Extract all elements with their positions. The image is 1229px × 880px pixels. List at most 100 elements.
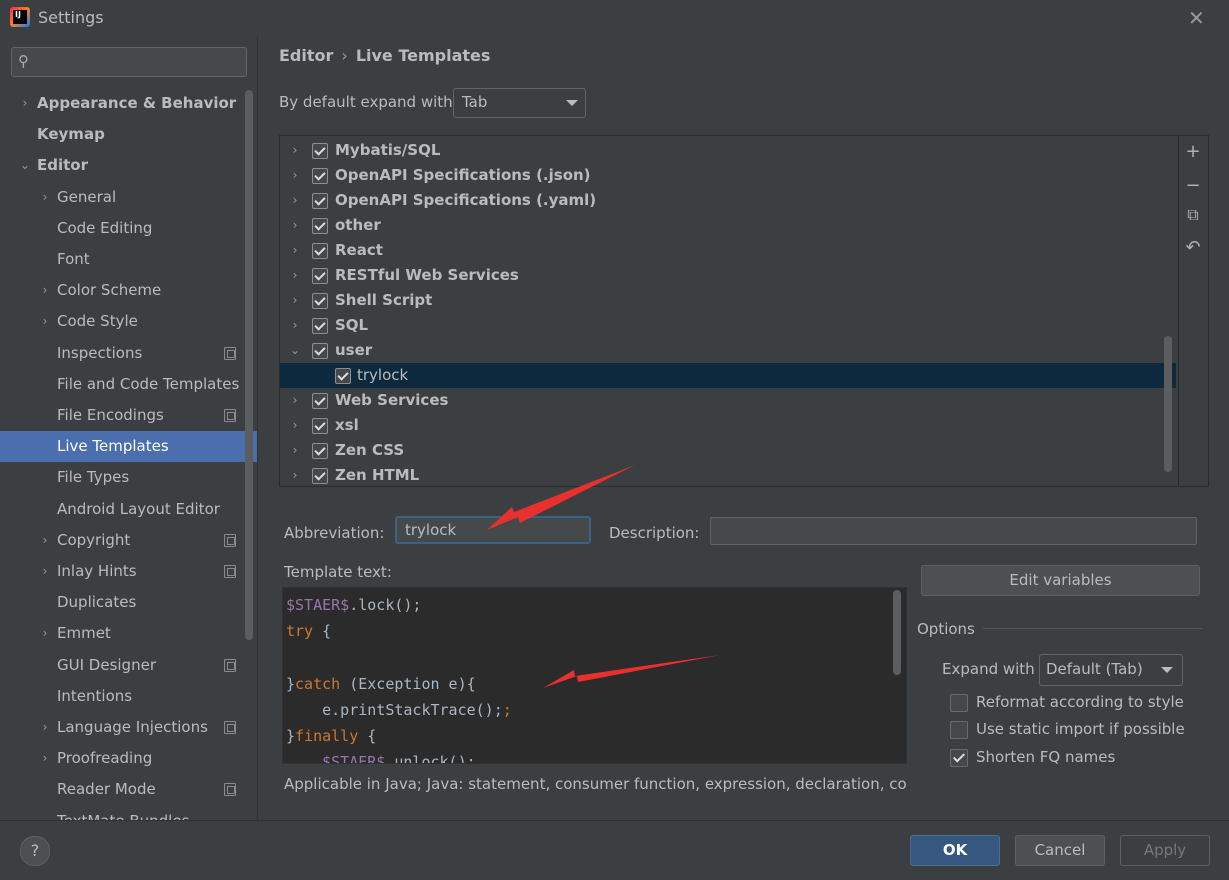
remove-icon[interactable]: − [1178,175,1208,196]
enabled-checkbox[interactable] [312,418,328,434]
chevron-right-icon[interactable]: › [288,413,302,438]
sidebar-item-inlay-hints[interactable]: › Inlay Hints [0,556,257,587]
enabled-checkbox[interactable] [312,243,328,259]
sidebar-item-code-editing[interactable]: Code Editing [0,213,257,244]
enabled-checkbox[interactable] [335,368,351,384]
template-group-row[interactable]: › Zen HTML [280,463,1176,486]
code-scrollbar[interactable] [893,590,901,675]
sidebar-item-color-scheme[interactable]: › Color Scheme [0,275,257,306]
ok-button[interactable]: OK [910,835,1000,866]
chevron-right-icon[interactable]: › [18,88,32,119]
edit-variables-button[interactable]: Edit variables [921,565,1200,596]
sidebar-scrollbar[interactable] [245,90,253,640]
sidebar-item-file-encodings[interactable]: File Encodings [0,400,257,431]
template-item[interactable]: trylock [280,363,1176,388]
template-group-row[interactable]: › Shell Script [280,288,1176,313]
chevron-right-icon[interactable]: › [288,388,302,413]
enabled-checkbox[interactable] [312,143,328,159]
chevron-right-icon[interactable]: › [38,712,52,743]
search-input[interactable]: ⚲ [11,47,247,77]
applicable-contexts[interactable]: Applicable in Java; Java: statement, con… [284,775,907,793]
enabled-checkbox[interactable] [312,443,328,459]
chevron-down-icon[interactable]: ⌄ [288,338,302,363]
enabled-checkbox[interactable] [312,168,328,184]
chevron-right-icon[interactable]: › [288,163,302,188]
chevron-right-icon[interactable]: › [38,525,52,556]
sidebar-item-code-style[interactable]: › Code Style [0,306,257,337]
template-group-row[interactable]: › Mybatis/SQL [280,138,1176,163]
enabled-checkbox[interactable] [312,343,328,359]
breadcrumb-parent[interactable]: Editor [279,46,333,65]
templates-scrollbar[interactable] [1164,336,1172,472]
chevron-right-icon[interactable]: › [38,306,52,337]
chevron-right-icon[interactable]: › [38,618,52,649]
sidebar-item-appearance-behavior[interactable]: › Appearance & Behavior [0,88,257,119]
default-expand-select[interactable]: Tab [453,88,586,118]
description-input[interactable] [710,517,1197,545]
chevron-right-icon[interactable]: › [288,213,302,238]
option-checkbox[interactable] [950,721,968,739]
template-group-row[interactable]: ⌄ user [280,338,1176,363]
template-group-row[interactable]: › RESTful Web Services [280,263,1176,288]
enabled-checkbox[interactable] [312,468,328,484]
sidebar-item-editor[interactable]: ⌄ Editor [0,150,257,181]
enabled-checkbox[interactable] [312,293,328,309]
enabled-checkbox[interactable] [312,393,328,409]
apply-button[interactable]: Apply [1120,835,1210,866]
sidebar-item-intentions[interactable]: Intentions [0,681,257,712]
sidebar-item-file-and-code-templates[interactable]: File and Code Templates [0,369,257,400]
template-group-row[interactable]: › React [280,238,1176,263]
enabled-checkbox[interactable] [312,193,328,209]
expand-with-select[interactable]: Default (Tab) [1039,654,1183,686]
chevron-right-icon[interactable]: › [38,743,52,774]
sidebar-item-copyright[interactable]: › Copyright [0,525,257,556]
chevron-right-icon[interactable]: › [288,138,302,163]
chevron-down-icon[interactable]: ⌄ [18,150,32,181]
copy-icon[interactable]: ⧉ [1178,205,1208,225]
chevron-right-icon[interactable]: › [38,275,52,306]
template-group-row[interactable]: › OpenAPI Specifications (.json) [280,163,1176,188]
close-icon[interactable]: ✕ [1188,6,1205,30]
template-group-row[interactable]: › other [280,213,1176,238]
abbreviation-input[interactable] [395,516,591,544]
chevron-right-icon[interactable]: › [288,238,302,263]
chevron-right-icon[interactable]: › [288,438,302,463]
sidebar-item-live-templates[interactable]: Live Templates [0,431,257,463]
sidebar-item-duplicates[interactable]: Duplicates [0,587,257,618]
chevron-right-icon[interactable]: › [288,263,302,288]
help-button[interactable]: ? [20,836,50,866]
template-group-row[interactable]: › xsl [280,413,1176,438]
template-group-row[interactable]: › Zen CSS [280,438,1176,463]
enabled-checkbox[interactable] [312,218,328,234]
cancel-button[interactable]: Cancel [1015,835,1105,866]
sidebar-item-inspections[interactable]: Inspections [0,338,257,369]
enabled-checkbox[interactable] [312,318,328,334]
sidebar-item-label: General [57,187,117,206]
undo-icon[interactable]: ↶ [1178,237,1208,258]
sidebar-item-language-injections[interactable]: › Language Injections [0,712,257,743]
sidebar-item-android-layout-editor[interactable]: Android Layout Editor [0,494,257,525]
option-checkbox[interactable] [950,749,968,767]
chevron-right-icon[interactable]: › [288,463,302,486]
template-group-row[interactable]: › OpenAPI Specifications (.yaml) [280,188,1176,213]
sidebar-item-reader-mode[interactable]: Reader Mode [0,774,257,805]
add-icon[interactable]: + [1178,141,1208,162]
enabled-checkbox[interactable] [312,268,328,284]
sidebar-item-proofreading[interactable]: › Proofreading [0,743,257,774]
sidebar-item-keymap[interactable]: Keymap [0,119,257,150]
chevron-right-icon[interactable]: › [38,556,52,587]
sidebar-item-file-types[interactable]: File Types [0,462,257,493]
sidebar-item-emmet[interactable]: › Emmet [0,618,257,649]
sidebar-item-general[interactable]: › General [0,182,257,213]
chevron-right-icon[interactable]: › [288,313,302,338]
option-checkbox[interactable] [950,694,968,712]
template-text-editor[interactable]: $STAER$.lock(); try { }catch (Exception … [282,587,907,764]
sidebar-item-textmate-bundles[interactable]: TextMate Bundles [0,806,257,820]
chevron-right-icon[interactable]: › [288,188,302,213]
chevron-right-icon[interactable]: › [288,288,302,313]
template-group-row[interactable]: › Web Services [280,388,1176,413]
template-group-row[interactable]: › SQL [280,313,1176,338]
chevron-right-icon[interactable]: › [38,182,52,213]
sidebar-item-font[interactable]: Font [0,244,257,275]
sidebar-item-gui-designer[interactable]: GUI Designer [0,650,257,681]
